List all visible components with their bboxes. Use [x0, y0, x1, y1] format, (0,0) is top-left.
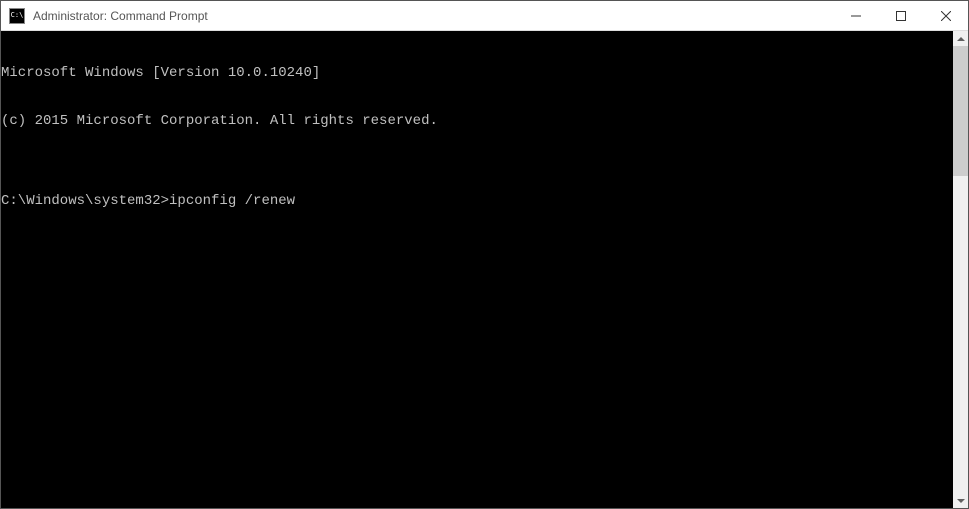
minimize-button[interactable] [833, 1, 878, 30]
maximize-button[interactable] [878, 1, 923, 30]
terminal-output[interactable]: Microsoft Windows [Version 10.0.10240] (… [1, 31, 953, 508]
close-button[interactable] [923, 1, 968, 30]
app-icon: C:\ [9, 8, 25, 24]
maximize-icon [896, 11, 906, 21]
vertical-scrollbar[interactable] [953, 31, 968, 508]
chevron-up-icon [957, 37, 965, 41]
titlebar[interactable]: C:\ Administrator: Command Prompt [1, 1, 968, 31]
close-icon [941, 11, 951, 21]
scroll-down-arrow[interactable] [953, 493, 968, 508]
minimize-icon [851, 11, 861, 21]
window-title: Administrator: Command Prompt [33, 9, 833, 23]
window-controls [833, 1, 968, 30]
terminal-line: Microsoft Windows [Version 10.0.10240] [1, 65, 953, 81]
command-prompt-window: C:\ Administrator: Command Prompt Micros… [0, 0, 969, 509]
terminal-area: Microsoft Windows [Version 10.0.10240] (… [1, 31, 968, 508]
scroll-thumb[interactable] [953, 46, 968, 176]
scroll-track[interactable] [953, 46, 968, 493]
scroll-up-arrow[interactable] [953, 31, 968, 46]
terminal-line: C:\Windows\system32>ipconfig /renew [1, 193, 953, 209]
chevron-down-icon [957, 499, 965, 503]
terminal-line: (c) 2015 Microsoft Corporation. All righ… [1, 113, 953, 129]
